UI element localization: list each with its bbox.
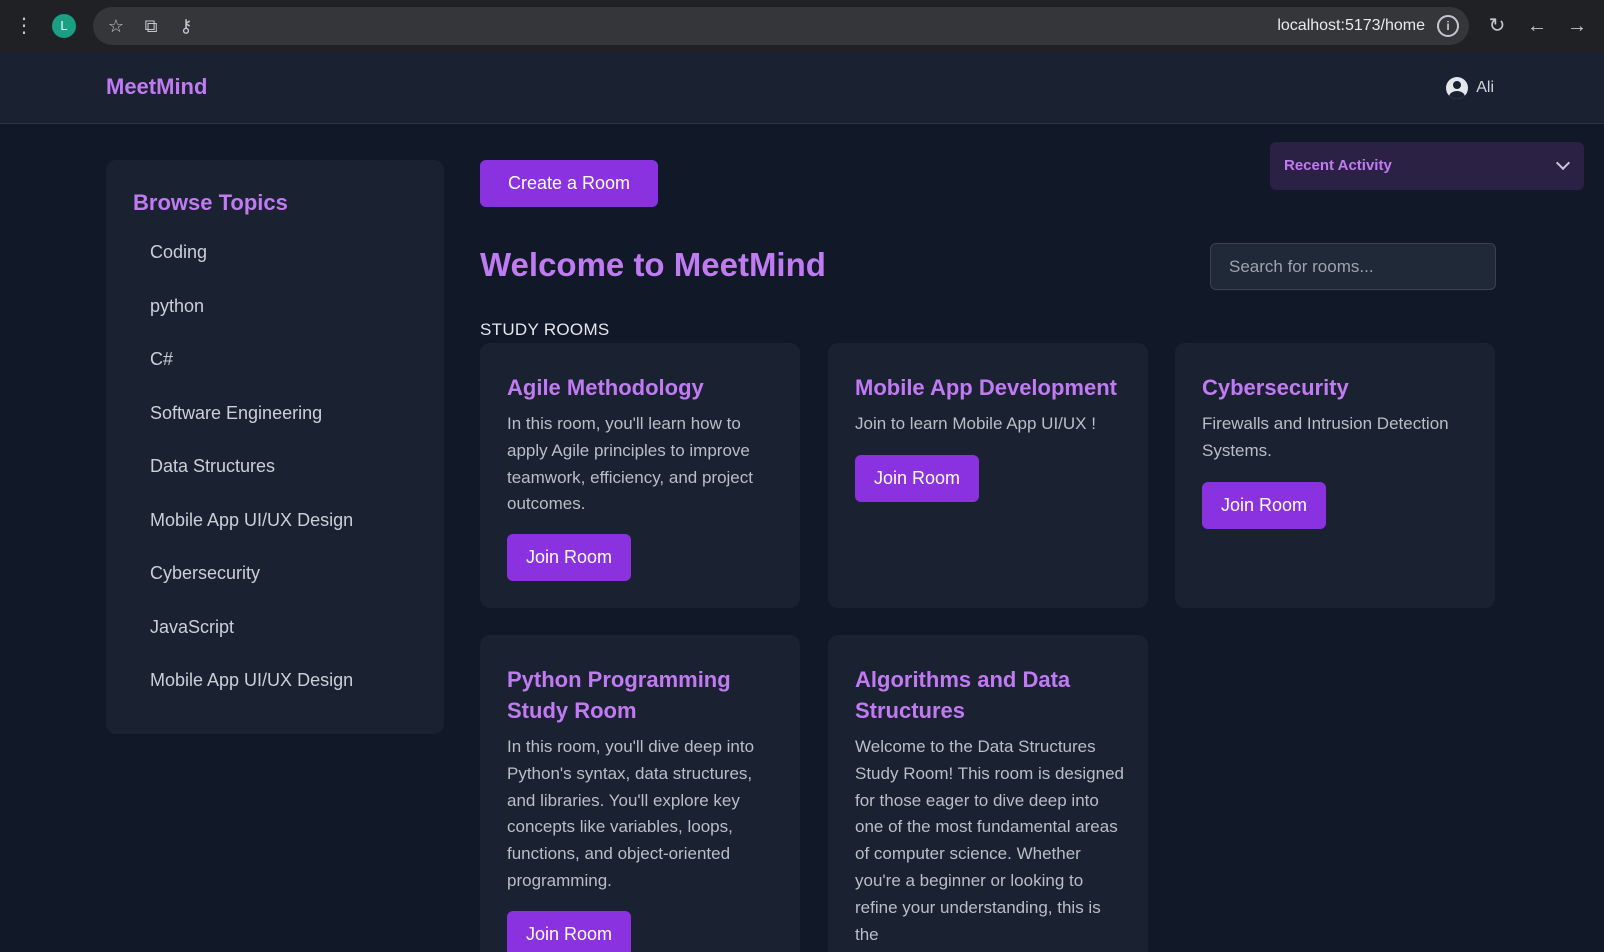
room-title[interactable]: Python Programming Study Room bbox=[507, 664, 777, 726]
room-title[interactable]: Cybersecurity bbox=[1202, 372, 1472, 403]
topic-item[interactable]: Data Structures bbox=[150, 454, 353, 508]
topic-item[interactable]: Mobile App UI/UX Design bbox=[150, 668, 353, 722]
back-arrow-icon[interactable]: ← bbox=[1523, 12, 1551, 40]
forward-arrow-icon[interactable]: → bbox=[1563, 12, 1591, 40]
topic-item[interactable]: Cybersecurity bbox=[150, 561, 353, 615]
room-card: Mobile App Development Join to learn Mob… bbox=[828, 343, 1148, 608]
sidebar-title: Browse Topics bbox=[133, 190, 288, 215]
bookmark-star-icon[interactable]: ☆ bbox=[103, 13, 129, 39]
site-info-icon[interactable]: i bbox=[1437, 15, 1459, 37]
user-avatar-icon bbox=[1446, 77, 1469, 99]
section-heading: STUDY ROOMS bbox=[480, 320, 610, 339]
user-name: Ali bbox=[1476, 79, 1494, 96]
room-description: Join to learn Mobile App UI/UX ! bbox=[855, 414, 1096, 433]
search-input[interactable] bbox=[1210, 243, 1496, 290]
topic-item[interactable]: JavaScript bbox=[150, 615, 353, 669]
more-menu-icon[interactable]: ⋮ bbox=[14, 14, 34, 38]
reload-icon[interactable]: ↻ bbox=[1483, 12, 1511, 40]
recent-activity-label: Recent Activity bbox=[1284, 157, 1392, 174]
join-room-button[interactable]: Join Room bbox=[507, 911, 631, 952]
room-card: Cybersecurity Firewalls and Intrusion De… bbox=[1175, 343, 1495, 608]
page-title: Welcome to MeetMind bbox=[480, 246, 826, 283]
user-menu[interactable]: Ali bbox=[1446, 76, 1494, 100]
topic-item[interactable]: Coding bbox=[150, 240, 353, 294]
room-card: Algorithms and Data Structures Welcome t… bbox=[828, 635, 1148, 952]
join-room-button[interactable]: Join Room bbox=[855, 455, 979, 502]
address-bar[interactable]: ☆ ⧉ ⚷ localhost:5173/home i bbox=[93, 7, 1469, 45]
room-description: Welcome to the Data Structures Study Roo… bbox=[855, 737, 1124, 944]
recent-activity-dropdown[interactable]: Recent Activity bbox=[1270, 142, 1584, 190]
room-description: In this room, you'll learn how to apply … bbox=[507, 414, 753, 514]
join-room-button[interactable]: Join Room bbox=[1202, 482, 1326, 529]
topic-item[interactable]: python bbox=[150, 294, 353, 348]
profile-avatar[interactable]: L bbox=[52, 14, 76, 38]
chevron-down-icon bbox=[1555, 155, 1571, 171]
topic-item[interactable]: Software Engineering bbox=[150, 401, 353, 455]
url-text[interactable]: localhost:5173/home bbox=[1277, 16, 1425, 36]
app-header: MeetMind Ali bbox=[0, 52, 1604, 124]
browse-topics-panel: Browse Topics Coding python C# Software … bbox=[106, 160, 444, 734]
room-title[interactable]: Algorithms and Data Structures bbox=[855, 664, 1125, 726]
room-title[interactable]: Mobile App Development bbox=[855, 372, 1125, 403]
room-description: Firewalls and Intrusion Detection System… bbox=[1202, 414, 1449, 460]
topic-item[interactable]: Mobile App UI/UX Design bbox=[150, 508, 353, 562]
browser-toolbar: ⋮ L ☆ ⧉ ⚷ localhost:5173/home i ↻ ← → bbox=[0, 0, 1604, 52]
create-room-button[interactable]: Create a Room bbox=[480, 160, 658, 207]
password-key-icon[interactable]: ⚷ bbox=[173, 13, 199, 39]
room-description: In this room, you'll dive deep into Pyth… bbox=[507, 737, 755, 890]
room-card: Python Programming Study Room In this ro… bbox=[480, 635, 800, 952]
topic-item[interactable]: C# bbox=[150, 347, 353, 401]
room-title[interactable]: Agile Methodology bbox=[507, 372, 777, 403]
join-room-button[interactable]: Join Room bbox=[507, 534, 631, 581]
room-card: Agile Methodology In this room, you'll l… bbox=[480, 343, 800, 608]
translate-icon[interactable]: ⧉ bbox=[138, 13, 164, 39]
topic-list: Coding python C# Software Engineering Da… bbox=[150, 240, 353, 722]
brand-logo[interactable]: MeetMind bbox=[106, 74, 207, 100]
